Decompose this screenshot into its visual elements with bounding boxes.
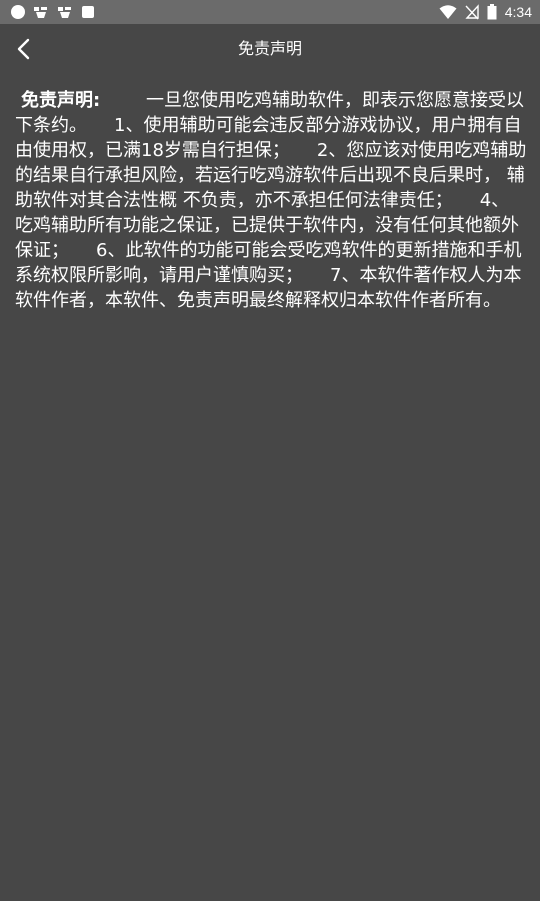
- wifi-icon: [439, 5, 457, 19]
- status-time: 4:34: [504, 4, 532, 20]
- toolbar: 免责声明: [0, 24, 540, 74]
- page-title: 免责声明: [237, 39, 302, 58]
- circle-notification-icon: [11, 5, 25, 19]
- status-bar: 4:34: [0, 0, 540, 24]
- disclaimer-body: 一旦您使用吃鸡辅助软件，即表示您愿意接受以下条约。 1、使用辅助可能会违反部分游…: [15, 90, 527, 311]
- square-notification-icon: [82, 6, 94, 18]
- app-notification-icon: [34, 7, 47, 18]
- status-system: 4:34: [439, 4, 532, 20]
- disclaimer-label: 免责声明:: [21, 90, 101, 111]
- no-signal-icon: [465, 4, 479, 20]
- app-notification-icon: [58, 7, 71, 18]
- battery-icon: [487, 4, 497, 20]
- disclaimer-spacer: [100, 90, 146, 111]
- status-notifications: [10, 4, 96, 20]
- disclaimer-content: 免责声明: 一旦您使用吃鸡辅助软件，即表示您愿意接受以下条约。 1、使用辅助可能…: [15, 88, 527, 313]
